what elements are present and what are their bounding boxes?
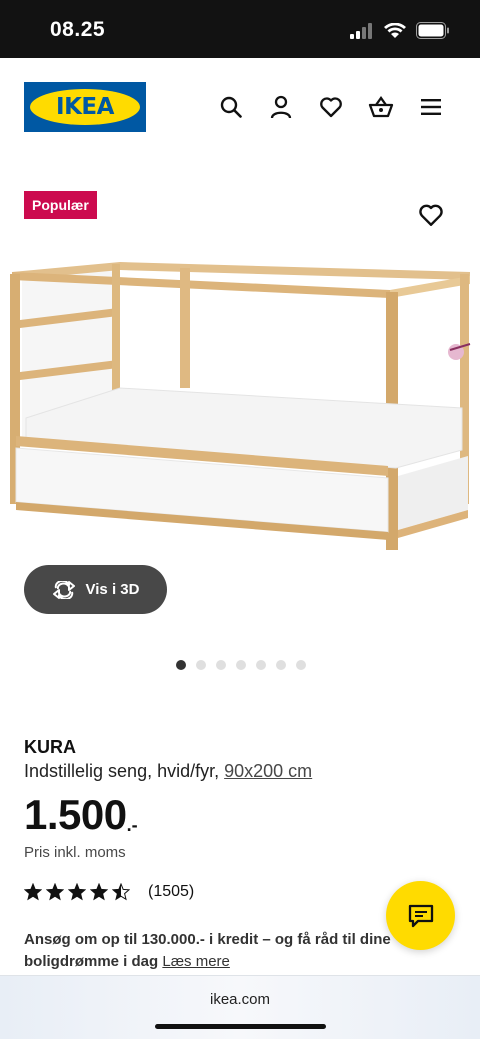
carousel-dot[interactable] <box>196 660 206 670</box>
profile-icon[interactable] <box>268 94 294 120</box>
browser-bar: ikea.com <box>0 975 480 1039</box>
chat-button[interactable] <box>386 881 455 950</box>
product-image[interactable] <box>0 240 480 560</box>
carousel-dot[interactable] <box>296 660 306 670</box>
carousel-dots <box>176 660 306 670</box>
star-icon <box>68 883 86 901</box>
credit-info: Ansøg om op til 130.000.- i kredit – og … <box>24 929 424 973</box>
product-name: KURA <box>24 737 76 757</box>
logo-oval: IKEA <box>30 89 140 125</box>
star-icon <box>90 883 108 901</box>
carousel-dot[interactable] <box>256 660 266 670</box>
signal-icon <box>350 22 372 39</box>
product-description: Indstillelig seng, hvid/fyr, 90x200 cm <box>24 761 312 782</box>
status-time: 08.25 <box>50 18 106 41</box>
product-price: 1.500 .- <box>24 791 138 839</box>
rotate-3d-icon <box>52 580 75 599</box>
review-count: (1505) <box>148 883 195 900</box>
bed-illustration <box>10 262 471 550</box>
favourite-button[interactable] <box>418 203 444 229</box>
menu-icon[interactable] <box>418 94 444 120</box>
price-suffix: .- <box>126 815 138 835</box>
star-rating <box>24 883 130 901</box>
chat-icon <box>408 904 433 927</box>
view-3d-label: Vis i 3D <box>85 581 140 598</box>
header-icons <box>218 94 444 120</box>
vat-note: Pris inkl. moms <box>24 844 126 861</box>
view-3d-button[interactable]: Vis i 3D <box>24 565 167 614</box>
carousel-dot[interactable] <box>236 660 246 670</box>
carousel-dot[interactable] <box>276 660 286 670</box>
size-link[interactable]: 90x200 cm <box>224 761 312 781</box>
status-bar: 08.25 <box>0 0 480 58</box>
carousel-dot[interactable] <box>176 660 186 670</box>
star-icon <box>112 883 130 901</box>
star-icon <box>24 883 42 901</box>
status-icons <box>350 22 450 39</box>
popular-badge: Populær <box>24 191 97 219</box>
basket-icon[interactable] <box>368 94 394 120</box>
heart-icon[interactable] <box>318 94 344 120</box>
star-icon <box>46 883 64 901</box>
rating[interactable]: (1505) <box>24 883 194 901</box>
home-indicator[interactable] <box>155 1024 326 1029</box>
product-description-text: Indstillelig seng, hvid/fyr, <box>24 761 220 781</box>
search-icon[interactable] <box>218 94 244 120</box>
wifi-icon <box>384 22 406 38</box>
read-more-link[interactable]: Læs mere <box>162 953 230 970</box>
carousel-dot[interactable] <box>216 660 226 670</box>
logo-text: IKEA <box>56 94 114 120</box>
battery-icon <box>416 22 449 39</box>
price-value: 1.500 <box>24 791 127 838</box>
url-bar[interactable]: ikea.com <box>0 991 480 1008</box>
ikea-logo[interactable]: IKEA <box>24 82 146 132</box>
heart-icon <box>419 204 443 226</box>
site-header: IKEA <box>0 58 480 158</box>
